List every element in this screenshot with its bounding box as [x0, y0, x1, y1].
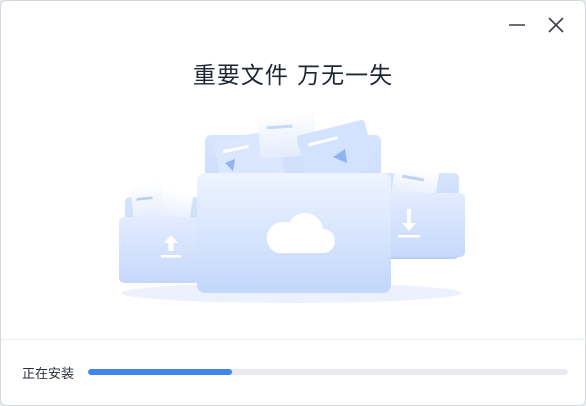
install-progress-fill	[88, 369, 232, 375]
install-progress-bar	[88, 369, 568, 375]
minus-icon	[509, 24, 525, 26]
install-status-text: 正在安装	[22, 367, 75, 382]
installer-window: 重要文件 万无一失 正在安装	[0, 0, 586, 406]
x-icon	[548, 17, 564, 33]
folder-cloud-icon	[197, 111, 391, 293]
folders-illustration	[119, 111, 465, 303]
footer-divider	[1, 339, 585, 340]
close-button[interactable]	[544, 13, 568, 37]
minimize-button[interactable]	[505, 13, 529, 37]
headline: 重要文件 万无一失	[192, 63, 394, 89]
